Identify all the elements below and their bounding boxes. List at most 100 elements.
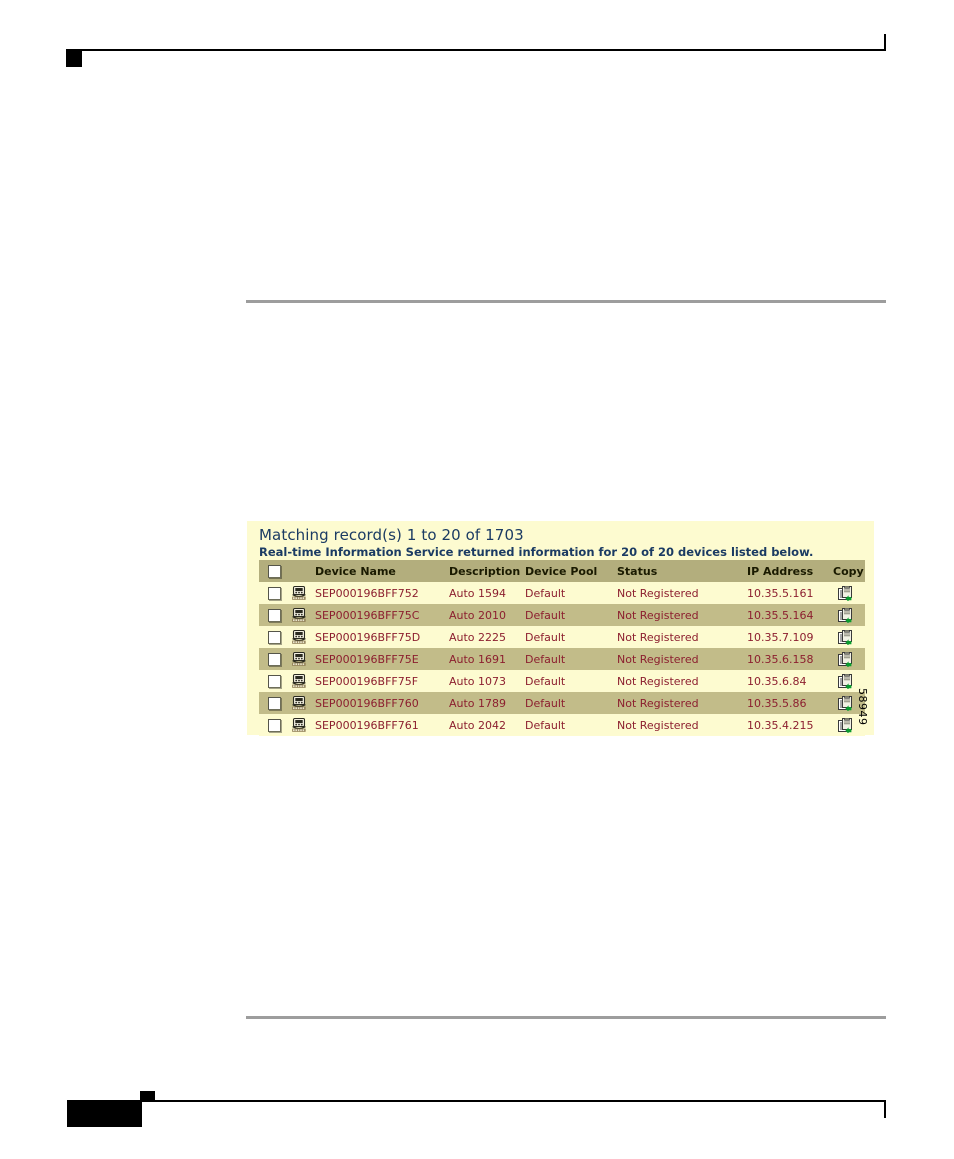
device-status: Not Registered	[617, 696, 699, 710]
device-name-link[interactable]: SEP000196BFF752	[315, 582, 449, 604]
device-ip-address: 10.35.7.109	[747, 630, 814, 644]
copy-icon[interactable]	[838, 607, 852, 623]
device-name-link[interactable]: SEP000196BFF761	[315, 714, 449, 736]
device-name-link[interactable]: SEP000196BFF75D	[315, 626, 449, 648]
copy-cell	[833, 626, 865, 648]
page-footer-tab	[140, 1091, 155, 1102]
device-ip-address: 10.35.5.164	[747, 608, 814, 622]
row-select-cell	[259, 692, 289, 714]
copy-icon[interactable]	[838, 585, 852, 601]
copy-cell	[833, 604, 865, 626]
table-row[interactable]: SEP000196BFF752 Auto 1594 Default Not Regis…	[259, 582, 865, 604]
copy-cell	[833, 648, 865, 670]
select-all-header	[259, 560, 289, 582]
copy-icon[interactable]	[838, 651, 852, 667]
matching-records-title: Matching record(s) 1 to 20 of 1703	[259, 526, 524, 544]
device-table: Device Name Description Device Pool Stat…	[259, 560, 865, 736]
phone-icon	[291, 673, 308, 689]
device-table-header-row: Device Name Description Device Pool Stat…	[259, 560, 865, 582]
device-pool: Default	[525, 696, 566, 710]
device-name-link[interactable]: SEP000196BFF75E	[315, 648, 449, 670]
column-header-description[interactable]: Description	[449, 560, 525, 582]
section-rule-top	[246, 300, 886, 303]
column-header-device-name[interactable]: Device Name	[315, 560, 449, 582]
device-type-cell	[289, 670, 315, 692]
table-row[interactable]: SEP000196BFF75D Auto 2225 Default Not Regis…	[259, 626, 865, 648]
row-select-cell	[259, 626, 289, 648]
device-ip-address: 10.35.6.158	[747, 652, 814, 666]
phone-icon	[291, 585, 308, 601]
row-select-cell	[259, 670, 289, 692]
device-pool: Default	[525, 608, 566, 622]
device-type-cell	[289, 582, 315, 604]
ris-status-subtitle: Real-time Information Service returned i…	[259, 545, 814, 559]
device-table-body: SEP000196BFF752 Auto 1594 Default Not Regis…	[259, 582, 865, 736]
row-select-cell	[259, 648, 289, 670]
device-status: Not Registered	[617, 718, 699, 732]
column-header-device-pool[interactable]: Device Pool	[525, 560, 617, 582]
device-list-figure: Matching record(s) 1 to 20 of 1703 Real-…	[247, 521, 874, 736]
copy-icon[interactable]	[838, 629, 852, 645]
device-name-link[interactable]: SEP000196BFF760	[315, 692, 449, 714]
row-select-checkbox[interactable]	[268, 608, 281, 622]
table-row[interactable]: SEP000196BFF75E Auto 1691 Default Not Regis…	[259, 648, 865, 670]
device-pool: Default	[525, 586, 566, 600]
device-status: Not Registered	[617, 630, 699, 644]
device-ip-address: 10.35.4.215	[747, 718, 814, 732]
column-header-status[interactable]: Status	[617, 560, 747, 582]
copy-icon[interactable]	[838, 695, 852, 711]
page-header-tick	[884, 34, 886, 50]
device-description: Auto 2042	[449, 718, 507, 732]
device-ip-address: 10.35.6.84	[747, 674, 807, 688]
device-status: Not Registered	[617, 674, 699, 688]
device-pool: Default	[525, 718, 566, 732]
column-header-copy: Copy	[833, 564, 864, 578]
copy-icon[interactable]	[838, 717, 852, 733]
section-rule-bottom	[246, 1016, 886, 1019]
row-select-cell	[259, 604, 289, 626]
phone-icon	[291, 717, 308, 733]
device-type-cell	[289, 604, 315, 626]
table-row[interactable]: SEP000196BFF75C Auto 2010 Default Not Regis…	[259, 604, 865, 626]
device-ip-address: 10.35.5.86	[747, 696, 807, 710]
table-row[interactable]: SEP000196BFF761 Auto 2042 Default Not Regis…	[259, 714, 865, 736]
row-select-checkbox[interactable]	[268, 718, 281, 732]
icon-column-header	[289, 560, 315, 582]
device-ip-address: 10.35.5.161	[747, 586, 814, 600]
table-row[interactable]: SEP000196BFF75F Auto 1073 Default Not Regis…	[259, 670, 865, 692]
page-header-marker	[66, 50, 82, 67]
page-footer-rule	[67, 1100, 886, 1102]
page-footer-tick	[884, 1102, 886, 1118]
row-select-checkbox[interactable]	[268, 696, 281, 710]
device-status: Not Registered	[617, 652, 699, 666]
device-description: Auto 2010	[449, 608, 507, 622]
device-pool: Default	[525, 630, 566, 644]
row-select-checkbox[interactable]	[268, 674, 281, 688]
table-row[interactable]: SEP000196BFF760 Auto 1789 Default Not Regis…	[259, 692, 865, 714]
device-description: Auto 2225	[449, 630, 507, 644]
device-table-head: Device Name Description Device Pool Stat…	[259, 560, 865, 582]
copy-icon[interactable]	[838, 673, 852, 689]
device-status: Not Registered	[617, 586, 699, 600]
device-name-link[interactable]: SEP000196BFF75F	[315, 670, 449, 692]
phone-icon	[291, 651, 308, 667]
device-description: Auto 1073	[449, 674, 507, 688]
row-select-checkbox[interactable]	[268, 652, 281, 666]
page-footer-page-block	[67, 1101, 142, 1127]
device-description: Auto 1594	[449, 586, 507, 600]
row-select-checkbox[interactable]	[268, 630, 281, 644]
row-select-cell	[259, 714, 289, 736]
column-header-ip-address[interactable]: IP Address	[747, 560, 833, 582]
row-select-checkbox[interactable]	[268, 586, 281, 600]
device-type-cell	[289, 692, 315, 714]
phone-icon	[291, 695, 308, 711]
copy-cell	[833, 582, 865, 604]
figure-id-label: 58949	[856, 688, 869, 726]
select-all-checkbox[interactable]	[268, 564, 281, 578]
device-description: Auto 1691	[449, 652, 507, 666]
figure-heading-block: Matching record(s) 1 to 20 of 1703 Real-…	[247, 521, 874, 560]
phone-icon	[291, 607, 308, 623]
device-name-link[interactable]: SEP000196BFF75C	[315, 604, 449, 626]
row-select-cell	[259, 582, 289, 604]
device-status: Not Registered	[617, 608, 699, 622]
